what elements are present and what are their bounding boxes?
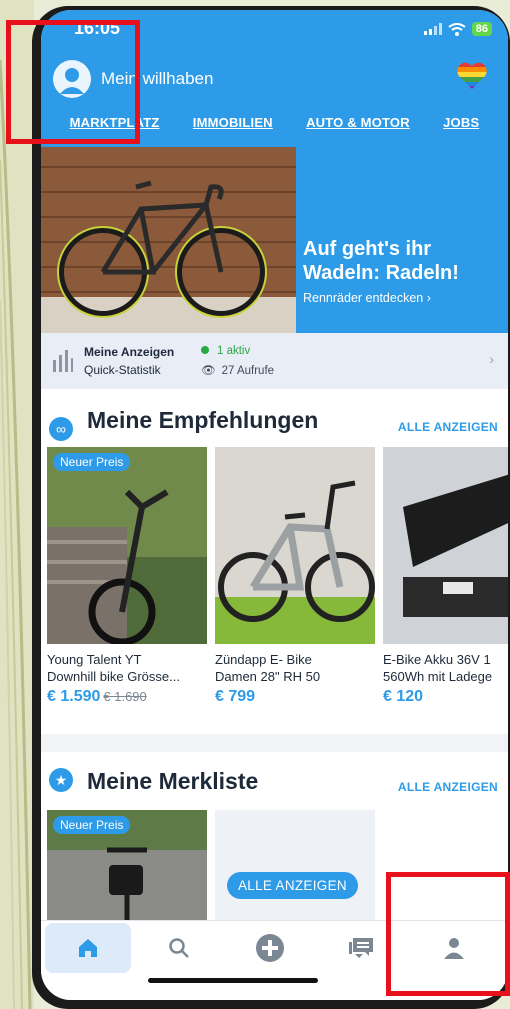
listing-title-line1: Zündapp E- Bike: [215, 652, 312, 667]
watchlist-all-button[interactable]: ALLE ANZEIGEN: [227, 872, 358, 899]
recommendations-section: ∞ Meine Empfehlungen ALLE ANZEIGEN Neuer…: [41, 389, 508, 734]
bar-chart-icon: [53, 350, 73, 372]
listing-title-line1: Young Talent YT: [47, 652, 142, 667]
add-icon: [256, 934, 284, 962]
home-indicator: [148, 978, 318, 983]
tab-add[interactable]: [227, 923, 313, 973]
eye-icon: 👁: [201, 365, 216, 377]
tab-home[interactable]: [45, 923, 131, 973]
status-icons: 86: [423, 22, 492, 36]
wifi-icon: [448, 22, 466, 36]
binoculars-icon: ∞: [49, 417, 73, 441]
listing-title-line2: Downhill bike Grösse...: [47, 669, 180, 684]
watchlist-all-link[interactable]: ALLE ANZEIGEN: [398, 780, 498, 794]
promo-banner[interactable]: Auf geht's ihr Wadeln: Radeln! Rennräder…: [41, 147, 508, 333]
banner-title-line1: Auf geht's ihr: [303, 238, 432, 260]
recommendations-title: Meine Empfehlungen: [87, 407, 319, 433]
old-price-value: € 1.690: [103, 689, 147, 704]
watchlist-image: Neuer Preis: [47, 810, 207, 920]
listing-image: [215, 447, 375, 644]
search-icon: [169, 938, 189, 958]
listing-image: [383, 447, 508, 644]
annotation-box: [6, 20, 140, 144]
signal-icon: [423, 23, 442, 35]
banner-title-line2: Wadeln: Radeln!: [303, 262, 459, 284]
listing-image: Neuer Preis: [47, 447, 207, 644]
listing-price: € 1.590 € 1.690: [47, 688, 207, 706]
banner-link[interactable]: Rennräder entdecken ›: [303, 291, 431, 305]
listing-title-line2: 560Wh mit Ladege: [383, 669, 493, 684]
listing-card[interactable]: Zündapp E- Bike Damen 28" RH 50 € 799: [215, 447, 375, 706]
recommendations-all-link[interactable]: ALLE ANZEIGEN: [398, 420, 498, 434]
rainbow-heart-icon[interactable]: [456, 62, 488, 90]
new-price-badge: Neuer Preis: [53, 453, 131, 471]
category-auto-motor[interactable]: AUTO & MOTOR: [306, 115, 410, 130]
listing-card[interactable]: E-Bike Akku 36V 1 560Wh mit Ladege € 120: [383, 447, 508, 706]
annotation-box: [386, 872, 510, 996]
new-price-badge: Neuer Preis: [53, 816, 131, 834]
star-icon: ★: [49, 768, 73, 792]
views-count: 👁 27 Aufrufe: [201, 363, 274, 377]
listing-card[interactable]: Neuer Preis Young Talent YT Downhill bik…: [47, 447, 207, 706]
watchlist-title: Meine Merkliste: [87, 768, 259, 794]
battery-indicator: 86: [471, 22, 492, 36]
category-immobilien[interactable]: IMMOBILIEN: [193, 115, 273, 130]
banner-title: Auf geht's ihr Wadeln: Radeln!: [303, 237, 503, 285]
messages-icon: [349, 938, 373, 958]
banner-bike-image: [41, 147, 296, 333]
active-dot-icon: [201, 346, 209, 354]
tab-search[interactable]: [136, 923, 222, 973]
quick-stats[interactable]: Meine Anzeigen Quick-Statistik 1 aktiv 👁…: [41, 333, 508, 389]
active-label: 1 aktiv: [217, 345, 251, 357]
category-jobs[interactable]: JOBS: [443, 115, 479, 130]
watchlist-card[interactable]: Neuer Preis: [47, 810, 207, 920]
stats-subtitle: Quick-Statistik: [84, 363, 161, 377]
chevron-right-icon: ›: [489, 351, 494, 367]
price-value: € 1.590: [47, 688, 101, 705]
active-count: 1 aktiv: [201, 345, 250, 357]
listing-price: € 799: [215, 688, 256, 705]
home-icon: [79, 939, 97, 957]
stats-title: Meine Anzeigen: [84, 345, 175, 359]
views-label: 27 Aufrufe: [221, 365, 275, 377]
listing-price: € 120: [383, 688, 424, 705]
app-screen: 16:05 86 Mein willhaben MARKTPLATZ IMMOB…: [41, 10, 508, 1000]
listing-title-line2: Damen 28" RH 50: [215, 669, 321, 684]
listing-title-line1: E-Bike Akku 36V 1: [383, 652, 491, 667]
watchlist-more-card: ALLE ANZEIGEN: [215, 810, 375, 920]
